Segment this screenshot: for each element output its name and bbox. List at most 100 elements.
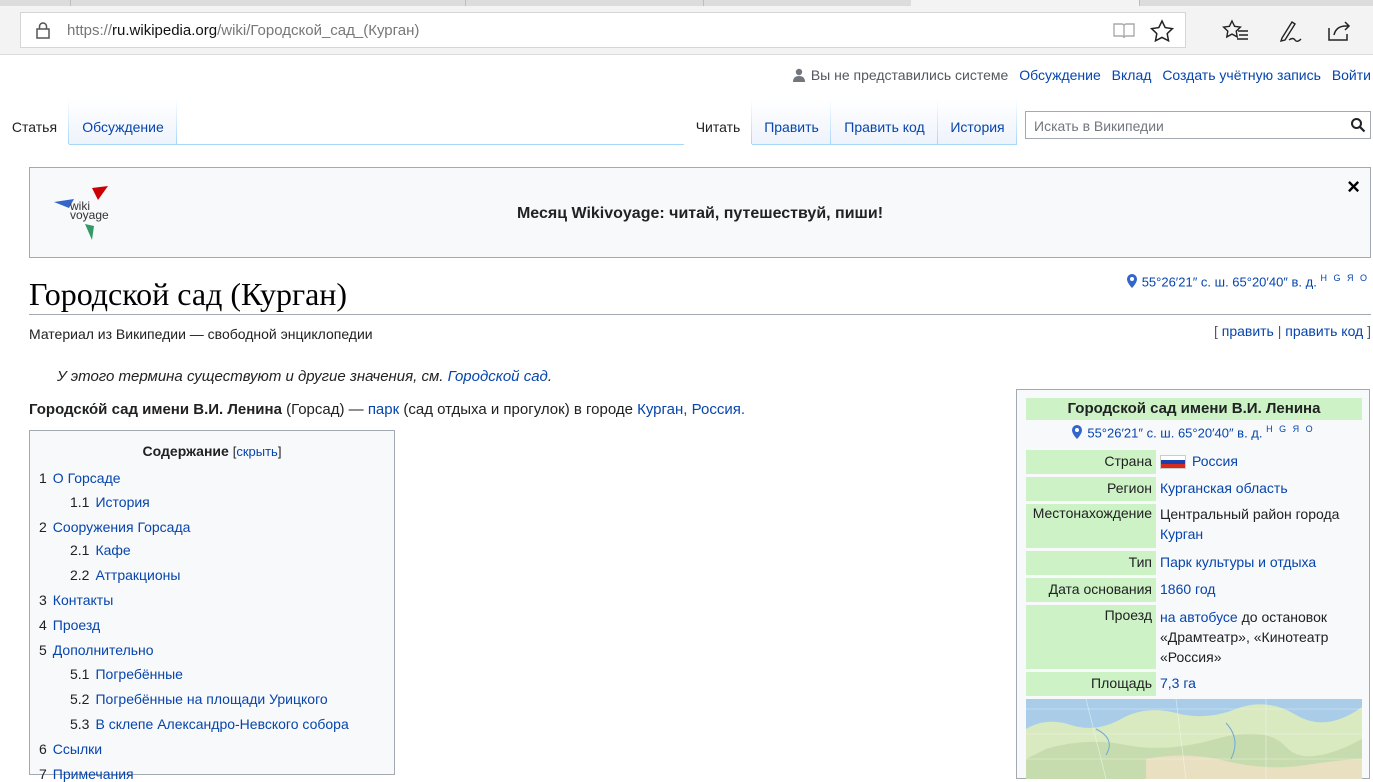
infobox-row-region: Регион Курганская область [1026, 477, 1362, 501]
hatnote-text: У этого термина существуют и другие знач… [57, 368, 444, 385]
infobox-title: Городской сад имени В.И. Ленина [1026, 398, 1362, 420]
toc-item[interactable]: 7 Примечания [39, 766, 134, 782]
toc-item[interactable]: 5.1 Погребённые [70, 666, 183, 682]
infobox: Городской сад имени В.И. Ленина 55°26′21… [1016, 389, 1370, 779]
infobox-coordinates: 55°26′21″ с. ш. 65°20′40″ в. д. Н G Я O [1017, 424, 1369, 440]
separator: | [1277, 323, 1282, 339]
page-tabs: Статья Обсуждение Читать Править Править… [0, 99, 1373, 145]
browser-toolbar: https://ru.wikipedia.org/wiki/Городской_… [0, 6, 1373, 55]
transit-bus-link[interactable]: на автобусе [1160, 609, 1238, 625]
infobox-label: Дата основания [1026, 578, 1156, 602]
city-link[interactable]: Курган [637, 401, 683, 418]
infobox-coordinates-link[interactable]: 55°26′21″ с. ш. 65°20′40″ в. д. [1087, 425, 1262, 440]
lead-text: (Горсад) — [286, 401, 364, 418]
infobox-coord-map-links[interactable]: Н G Я O [1266, 424, 1315, 434]
tab-article[interactable]: Статья [0, 99, 69, 145]
edit-code-link[interactable]: править код [1285, 323, 1363, 339]
tab-read[interactable]: Читать [684, 99, 752, 145]
toc-item[interactable]: 5.3 В склепе Александро-Невского собора [70, 716, 349, 732]
infobox-value: Центральный район города Курган [1160, 504, 1362, 544]
share-icon[interactable] [1325, 18, 1353, 44]
toc-item[interactable]: 2 Сооружения Горсада [39, 519, 190, 535]
country-value-link[interactable]: Россия [1192, 453, 1238, 469]
hatnote-end: . [547, 368, 552, 385]
favorite-star-icon[interactable] [1149, 19, 1175, 43]
toc-item[interactable]: 4 Проезд [39, 617, 100, 633]
founded-value-link[interactable]: 1860 год [1160, 579, 1362, 599]
infobox-label: Проезд [1026, 605, 1156, 669]
toc-item[interactable]: 2.1 Кафе [70, 542, 131, 558]
infobox-row-country: Страна Россия [1026, 450, 1362, 474]
toc-heading: Содержание [142, 443, 229, 459]
lead-end: . [740, 401, 746, 418]
login-link[interactable]: Войти [1332, 67, 1371, 83]
infobox-row-area: Площадь 7,3 га [1026, 672, 1362, 696]
url-text[interactable]: https://ru.wikipedia.org/wiki/Городской_… [67, 22, 419, 39]
toc-hide-toggle[interactable]: скрыть [236, 444, 278, 459]
personal-contrib-link[interactable]: Вклад [1112, 67, 1152, 83]
infobox-label: Регион [1026, 477, 1156, 501]
hatnote-link[interactable]: Городской сад [448, 368, 548, 385]
area-value-link[interactable]: 7,3 га [1160, 673, 1362, 693]
tab-spacer [177, 100, 684, 145]
infobox-row-location: Местонахождение Центральный район города… [1026, 504, 1362, 548]
tab-edit-source[interactable]: Править код [831, 99, 938, 145]
search-box[interactable] [1025, 111, 1371, 139]
reading-view-icon[interactable] [1111, 19, 1137, 43]
address-bar[interactable]: https://ru.wikipedia.org/wiki/Городской_… [20, 12, 1186, 48]
banner-close-button[interactable]: × [1347, 174, 1360, 200]
lock-icon [36, 22, 50, 39]
infobox-label: Местонахождение [1026, 504, 1156, 548]
toc-item[interactable]: 1.1 История [70, 494, 150, 510]
infobox-row-transit: Проезд на автобусе до остановок «Драмтеа… [1026, 605, 1362, 669]
country-link[interactable]: Россия [692, 401, 741, 418]
site-tagline: Материал из Википедии — свободной энцикл… [29, 326, 373, 342]
toc-item[interactable]: 2.2 Аттракционы [70, 567, 180, 583]
edit-link[interactable]: править [1222, 323, 1274, 339]
create-account-link[interactable]: Создать учётную запись [1162, 67, 1321, 83]
anon-notice: Вы не представились системе [810, 67, 1009, 83]
type-value-link[interactable]: Парк культуры и отдыха [1160, 552, 1362, 572]
infobox-row-founded: Дата основания 1860 год [1026, 578, 1362, 602]
table-of-contents: Содержание [скрыть] 1О Горсаде 1.1 Истори… [29, 430, 395, 782]
location-map[interactable] [1026, 699, 1362, 779]
coord-map-links[interactable]: Н G Я O [1320, 273, 1369, 283]
wikivoyage-banner: wiki voyage Месяц Wikivoyage: читай, пут… [29, 167, 1371, 258]
coordinates-link[interactable]: 55°26′21″ с. ш. 65°20′40″ в. д. [1142, 274, 1317, 289]
map-pin-icon[interactable] [1071, 425, 1083, 440]
personal-tools: Вы не представились системе Обсуждение В… [792, 67, 1371, 83]
title-divider [29, 314, 1371, 315]
search-input[interactable] [1032, 113, 1336, 139]
web-note-pen-icon[interactable] [1276, 18, 1304, 44]
section-edit-links: [ править | править код ] [1214, 323, 1371, 339]
infobox-value: Россия [1160, 451, 1362, 471]
hatnote: У этого термина существуют и другие знач… [57, 368, 552, 385]
lead-text: (сад отдыха и прогулок) в городе [403, 401, 633, 418]
personal-talk-link[interactable]: Обсуждение [1019, 67, 1101, 83]
toc-item[interactable]: 1О Горсаде [39, 470, 121, 486]
infobox-label: Страна [1026, 450, 1156, 474]
tab-discussion[interactable]: Обсуждение [69, 99, 177, 145]
transit-text: «Россия» [1160, 649, 1222, 665]
toc-title: Содержание [скрыть] [30, 443, 394, 459]
lead-comma: , [683, 401, 688, 418]
location-text: Центральный район города [1160, 506, 1340, 522]
toc-item[interactable]: 5 Дополнительно [39, 642, 154, 658]
banner-message: Месяц Wikivoyage: читай, путешествуй, пи… [516, 205, 884, 222]
transit-text: «Драмтеатр», «Кинотеатр [1160, 629, 1329, 645]
region-value-link[interactable]: Курганская область [1160, 478, 1362, 498]
tab-edit[interactable]: Править [752, 99, 831, 145]
search-icon[interactable] [1350, 117, 1366, 133]
park-link[interactable]: парк [368, 401, 399, 418]
russia-flag-icon [1160, 455, 1186, 469]
infobox-row-type: Тип Парк культуры и отдыха [1026, 551, 1362, 575]
toc-item[interactable]: 3 Контакты [39, 592, 113, 608]
toc-item[interactable]: 5.2 Погребённые на площади Урицкого [70, 691, 328, 707]
location-link[interactable]: Курган [1160, 526, 1203, 542]
favorites-list-icon[interactable] [1222, 18, 1250, 44]
map-pin-icon[interactable] [1126, 274, 1138, 289]
infobox-label: Тип [1026, 551, 1156, 575]
tab-history[interactable]: История [938, 99, 1017, 145]
lead-bold-title: Городско́й сад имени В.И. Ленина [29, 401, 282, 418]
toc-item[interactable]: 6 Ссылки [39, 741, 102, 757]
